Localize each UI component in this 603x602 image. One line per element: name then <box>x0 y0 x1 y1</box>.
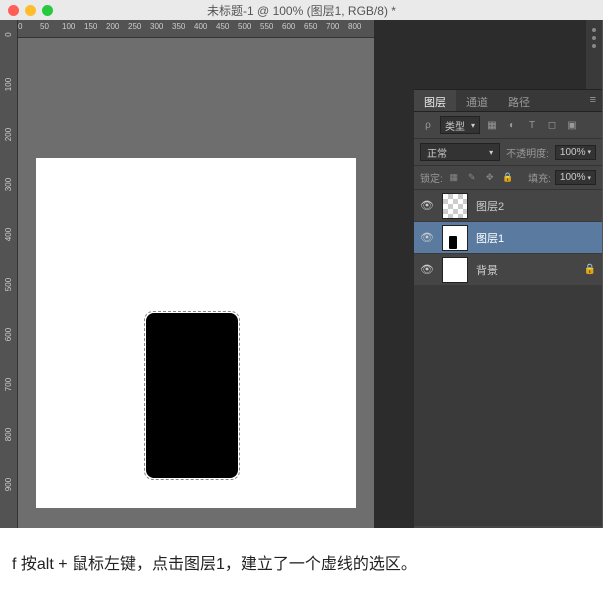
document-title: 未标题-1 @ 100% (图层1, RGB/8) * <box>207 2 396 19</box>
titlebar: 未标题-1 @ 100% (图层1, RGB/8) * <box>0 0 603 20</box>
layers-list: 👁 图层2 👁 图层1 👁 背景 🔒 <box>414 190 602 286</box>
ruler-tick: 200 <box>4 126 13 143</box>
layer-thumbnail[interactable] <box>442 225 468 251</box>
caption-text: f 按alt + 鼠标左键，点击图层1，建立了一个虚线的选区。 <box>0 528 603 602</box>
blend-row: 正常 不透明度: 100% <box>414 139 602 166</box>
lock-row: 锁定: ▦ ✎ ✥ 🔒 填充: 100% <box>414 166 602 190</box>
opacity-input[interactable]: 100% <box>555 145 596 160</box>
layer-thumbnail[interactable] <box>442 193 468 219</box>
visibility-icon[interactable]: 👁 <box>420 263 434 277</box>
filter-type-icon[interactable]: T <box>524 117 540 133</box>
layer-row[interactable]: 👁 图层2 <box>414 190 602 222</box>
ruler-tick: 600 <box>4 326 13 343</box>
ruler-tick: 550 <box>260 22 273 31</box>
ruler-tick: 700 <box>4 376 13 393</box>
ruler-tick: 50 <box>40 22 49 31</box>
ruler-tick: 200 <box>106 22 119 31</box>
tab-channels[interactable]: 通道 <box>456 90 498 111</box>
ruler-tick: 600 <box>282 22 295 31</box>
panel-tabs: 图层 通道 路径 ≡ <box>414 90 602 112</box>
lock-transparent-icon[interactable]: ▦ <box>447 171 461 185</box>
opacity-label: 不透明度: <box>506 145 549 160</box>
vertical-ruler: 0 100 200 300 400 500 600 700 800 900 <box>0 20 18 528</box>
ruler-tick: 0 <box>18 22 22 31</box>
fill-input[interactable]: 100% <box>555 170 596 185</box>
lock-position-icon[interactable]: ✥ <box>483 171 497 185</box>
layer-name: 背景 <box>476 262 498 278</box>
close-icon[interactable] <box>8 5 19 16</box>
horizontal-ruler: 0 50 100 150 200 250 300 350 400 450 500 550 600 650 7… <box>18 20 374 38</box>
filter-row: ρ 类型 ▦ ◐ T ◻ ▣ <box>414 112 602 139</box>
blend-mode-select[interactable]: 正常 <box>420 143 500 161</box>
fill-label: 填充: <box>528 170 551 185</box>
layer-row[interactable]: 👁 背景 🔒 <box>414 254 602 286</box>
layer-thumbnail[interactable] <box>442 257 468 283</box>
ruler-tick: 400 <box>4 226 13 243</box>
filter-shape-icon[interactable]: ◻ <box>544 117 560 133</box>
marching-ants-selection <box>144 311 240 480</box>
panel-menu-icon[interactable]: ≡ <box>584 90 602 111</box>
ruler-tick: 650 <box>304 22 317 31</box>
minimize-icon[interactable] <box>25 5 36 16</box>
canvas-area[interactable] <box>18 38 374 528</box>
ruler-tick: 800 <box>348 22 361 31</box>
ruler-tick: 150 <box>84 22 97 31</box>
lock-pixels-icon[interactable]: ✎ <box>465 171 479 185</box>
ruler-tick: 500 <box>238 22 251 31</box>
ruler-tick: 900 <box>4 476 13 493</box>
ruler-tick: 250 <box>128 22 141 31</box>
ruler-tick: 500 <box>4 276 13 293</box>
photoshop-window: 未标题-1 @ 100% (图层1, RGB/8) * 0 100 200 300 40… <box>0 0 603 528</box>
panel-empty <box>414 286 602 526</box>
tab-layers[interactable]: 图层 <box>414 90 456 111</box>
ruler-tick: 350 <box>172 22 185 31</box>
ruler-tick: 100 <box>4 76 13 93</box>
lock-all-icon[interactable]: 🔒 <box>501 171 515 185</box>
lock-label: 锁定: <box>420 170 443 185</box>
ruler-tick: 800 <box>4 426 13 443</box>
filter-smart-icon[interactable]: ▣ <box>564 117 580 133</box>
filter-pixel-icon[interactable]: ▦ <box>484 117 500 133</box>
ruler-tick: 100 <box>62 22 75 31</box>
ruler-tick: 400 <box>194 22 207 31</box>
document-canvas[interactable] <box>36 158 356 508</box>
layer-name: 图层1 <box>476 230 504 246</box>
visibility-icon[interactable]: 👁 <box>420 231 434 245</box>
ruler-tick: 0 <box>4 26 13 43</box>
zoom-icon[interactable] <box>42 5 53 16</box>
visibility-icon[interactable]: 👁 <box>420 199 434 213</box>
ruler-tick: 300 <box>4 176 13 193</box>
panel-gap <box>374 20 414 528</box>
ruler-tick: 700 <box>326 22 339 31</box>
filter-adjust-icon[interactable]: ◐ <box>504 117 520 133</box>
search-icon: ρ <box>420 117 436 133</box>
ruler-tick: 450 <box>216 22 229 31</box>
lock-icon: 🔒 <box>584 264 596 275</box>
panel-strip[interactable] <box>586 20 602 89</box>
panels: 图层 通道 路径 ≡ ρ 类型 ▦ ◐ T ◻ ▣ 正常 不透明度: 100% <box>414 20 602 528</box>
tab-paths[interactable]: 路径 <box>498 90 540 111</box>
traffic-lights <box>8 5 53 16</box>
collapsed-panels <box>414 20 602 90</box>
layer-name: 图层2 <box>476 198 504 214</box>
filter-type-select[interactable]: 类型 <box>440 116 480 134</box>
ruler-tick: 300 <box>150 22 163 31</box>
layer-row[interactable]: 👁 图层1 <box>414 222 602 254</box>
